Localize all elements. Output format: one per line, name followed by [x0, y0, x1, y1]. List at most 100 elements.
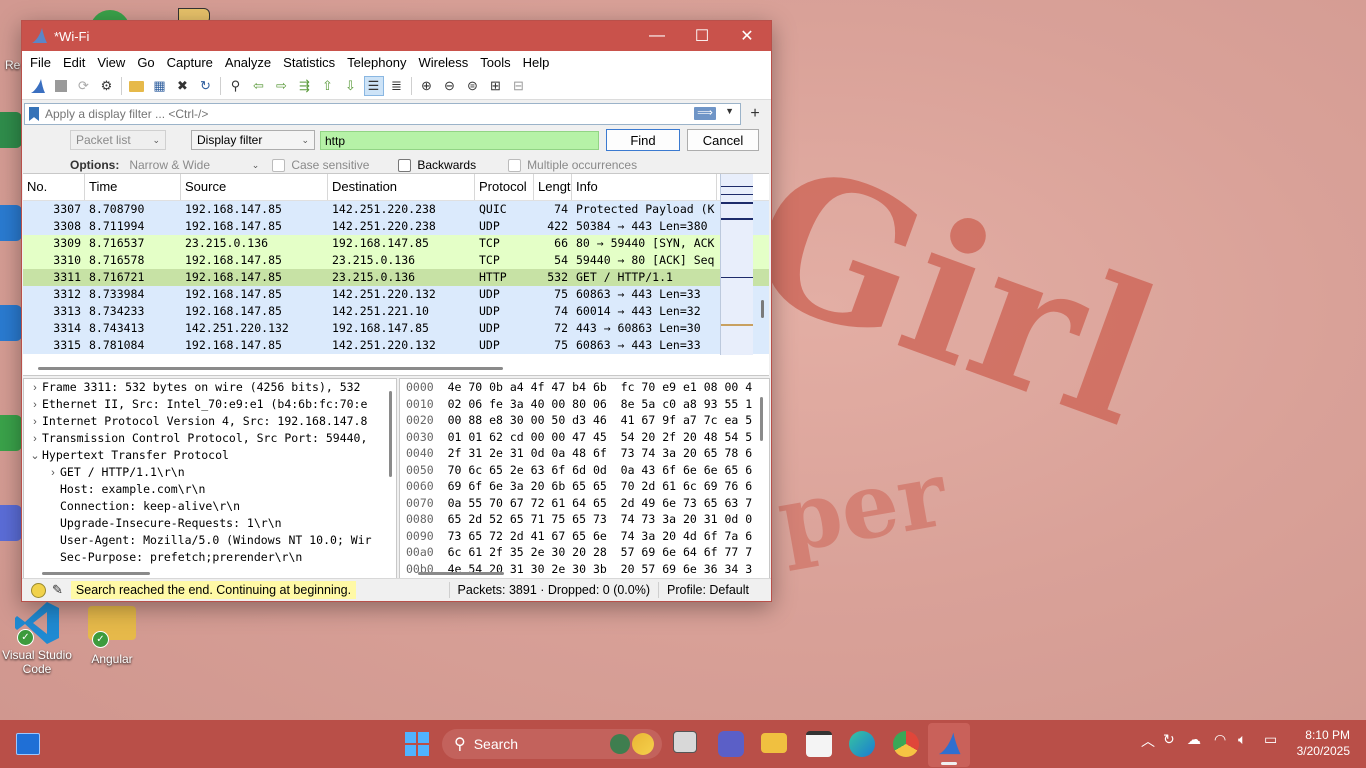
column-header-protocol[interactable]: Protocol	[475, 174, 534, 200]
chrome-browser-icon[interactable]	[893, 731, 919, 757]
bytes-scrollbar[interactable]	[760, 397, 763, 441]
find-query-input[interactable]: http	[320, 130, 599, 150]
close-button[interactable]: ✕	[724, 21, 770, 51]
column-header-info[interactable]: Info	[572, 174, 717, 200]
detail-tree-item[interactable]: › Internet Protocol Version 4, Src: 192.1…	[24, 413, 396, 430]
file-explorer-icon[interactable]	[761, 733, 787, 753]
desktop-icon-partial-5[interactable]	[0, 415, 22, 451]
detail-tree-item[interactable]: ⌄ Hypertext Transfer Protocol	[24, 447, 396, 464]
packet-row[interactable]: 3312 8.733984 192.168.147.85 142.251.220.13…	[23, 286, 769, 303]
minimize-button[interactable]: —	[634, 21, 680, 51]
apply-filter-arrow-icon[interactable]: ⟹	[694, 107, 716, 120]
profile-label[interactable]: Profile: Default	[667, 583, 749, 597]
capture-comment-icon[interactable]: ✎	[52, 582, 63, 598]
desktop-icon-vscode[interactable]: ✓ Visual Studio Code	[1, 600, 73, 676]
packet-row[interactable]: 3308 8.711994 192.168.147.85 142.251.220.23…	[23, 218, 769, 235]
sync-icon[interactable]: ↻	[1163, 731, 1175, 748]
zoom-normal-icon[interactable]: ⊜	[463, 76, 483, 96]
menu-telephony[interactable]: Telephony	[341, 55, 412, 70]
taskbar-clock[interactable]: 8:10 PM 3/20/2025	[1290, 727, 1350, 759]
auto-scroll-icon[interactable]: ☰	[363, 76, 384, 96]
detail-tree-item[interactable]: › GET / HTTP/1.1\r\n	[24, 464, 396, 481]
hex-row[interactable]: 0060 69 6f 6e 3a 20 6b 65 65 70 2d 61 6c…	[400, 478, 769, 495]
packet-row[interactable]: 3314 8.743413 142.251.220.132 192.168.147.8…	[23, 320, 769, 337]
details-scrollbar[interactable]	[389, 391, 392, 477]
menu-tools[interactable]: Tools	[474, 55, 516, 70]
desktop-icon-partial-6[interactable]	[0, 505, 22, 541]
start-windows-icon[interactable]	[405, 732, 429, 756]
hex-row[interactable]: 0040 2f 31 2e 31 0d 0a 48 6f 73 74 3a 20…	[400, 445, 769, 462]
column-header-length[interactable]: Length	[534, 174, 572, 200]
packet-list-scrollbar[interactable]	[758, 174, 768, 355]
hex-row[interactable]: 00a0 6c 61 2f 35 2e 30 20 28 57 69 6e 64…	[400, 544, 769, 561]
store-icon[interactable]	[806, 731, 832, 757]
add-filter-button-icon[interactable]: +	[745, 105, 765, 123]
menu-analyze[interactable]: Analyze	[219, 55, 277, 70]
go-last-packet-icon[interactable]: ⇩	[341, 76, 361, 96]
scrollbar-thumb[interactable]	[761, 300, 764, 318]
detail-tree-item[interactable]: › Ethernet II, Src: Intel_70:e9:e1 (b4:6b…	[24, 396, 396, 413]
task-view-icon[interactable]	[673, 731, 697, 753]
save-file-icon[interactable]: ▦	[150, 76, 170, 96]
find-packet-icon[interactable]: ⚲	[226, 76, 246, 96]
restart-capture-icon[interactable]: ⟳	[74, 76, 94, 96]
show-hidden-icons-chevron-up-icon[interactable]: ︿	[1141, 731, 1155, 751]
hex-row[interactable]: 0070 0a 55 70 67 72 61 64 65 2d 49 6e 73…	[400, 495, 769, 512]
teams-meet-icon[interactable]	[718, 731, 744, 757]
desktop-icon-partial-3[interactable]	[0, 205, 22, 241]
zoom-out-icon[interactable]: ⊖	[440, 76, 460, 96]
detail-tree-item[interactable]: › Transmission Control Protocol, Src Port…	[24, 430, 396, 447]
hex-row[interactable]: 0020 00 88 e8 30 00 50 d3 46 41 67 9f a7…	[400, 412, 769, 429]
display-filter-box[interactable]: ⟹ ▼	[24, 103, 741, 125]
hex-row[interactable]: 0080 65 2d 52 65 71 75 65 73 74 73 3a 20…	[400, 511, 769, 528]
chevron-right-icon[interactable]: ›	[46, 465, 60, 482]
menu-go[interactable]: Go	[131, 55, 160, 70]
find-button[interactable]: Find	[606, 129, 680, 151]
detail-tree-item[interactable]: Sec-Purpose: prefetch;prerender\r\n	[24, 549, 396, 566]
hex-row[interactable]: 0090 73 65 72 2d 41 67 65 6e 74 3a 20 4d…	[400, 528, 769, 545]
packet-row[interactable]: 3315 8.781084 192.168.147.85 142.251.220.13…	[23, 337, 769, 354]
chevron-right-icon[interactable]: ›	[28, 414, 42, 431]
case-sensitive-checkbox[interactable]	[272, 158, 286, 172]
search-type-select[interactable]: Display filter ⌄	[191, 130, 315, 150]
chevron-down-icon[interactable]: ⌄	[28, 448, 42, 465]
menu-edit[interactable]: Edit	[57, 55, 91, 70]
multiple-occurrences-checkbox[interactable]	[508, 158, 522, 172]
go-to-packet-icon[interactable]: ⇶	[295, 76, 315, 96]
edge-browser-icon[interactable]	[849, 731, 875, 757]
detail-tree-item[interactable]: Upgrade-Insecure-Requests: 1\r\n	[24, 515, 396, 532]
packet-row[interactable]: 3311 8.716721 192.168.147.85 23.215.0.136 HT…	[23, 269, 769, 286]
display-filter-input[interactable]	[43, 106, 647, 122]
title-bar[interactable]: *Wi-Fi — ☐ ✕	[22, 21, 771, 51]
volume-icon[interactable]: 🔈︎	[1238, 731, 1246, 748]
zoom-in-icon[interactable]: ⊕	[417, 76, 437, 96]
details-hscrollbar[interactable]	[42, 572, 150, 575]
chevron-right-icon[interactable]: ›	[28, 397, 42, 414]
colorize-icon[interactable]: ≣	[387, 76, 407, 96]
packet-row[interactable]: 3309 8.716537 23.215.0.136 192.168.147.85 TC…	[23, 235, 769, 252]
wifi-icon[interactable]: ◠	[1214, 731, 1226, 748]
detail-tree-item[interactable]: Host: example.com\r\n	[24, 481, 396, 498]
open-file-icon[interactable]	[127, 76, 147, 96]
bookmark-icon[interactable]	[29, 107, 39, 121]
menu-file[interactable]: File	[24, 55, 57, 70]
search-in-select[interactable]: Packet list ⌄	[70, 130, 166, 150]
widgets-icon[interactable]	[16, 733, 40, 755]
packet-row[interactable]: 3307 8.708790 192.168.147.85 142.251.220.23…	[23, 201, 769, 218]
menu-statistics[interactable]: Statistics	[277, 55, 341, 70]
start-capture-icon[interactable]	[28, 76, 48, 96]
detail-tree-item[interactable]: › Frame 3311: 532 bytes on wire (4256 bit…	[24, 379, 396, 396]
column-header-destination[interactable]: Destination	[328, 174, 475, 200]
column-header-time[interactable]: Time	[85, 174, 181, 200]
expert-info-led-icon[interactable]	[31, 582, 46, 598]
hex-row[interactable]: 0050 70 6c 65 2e 63 6f 6d 0d 0a 43 6f 6e…	[400, 462, 769, 479]
chevron-right-icon[interactable]: ›	[28, 380, 42, 397]
layout-icon[interactable]: ⊟	[509, 76, 529, 96]
go-forward-icon[interactable]: ⇨	[272, 76, 292, 96]
taskbar-search[interactable]: ⚲ Search	[442, 729, 662, 759]
detail-tree-item[interactable]: User-Agent: Mozilla/5.0 (Windows NT 10.0…	[24, 532, 396, 549]
stop-capture-icon[interactable]	[51, 76, 71, 96]
chevron-right-icon[interactable]: ›	[28, 431, 42, 448]
go-first-packet-icon[interactable]: ⇧	[318, 76, 338, 96]
hex-row[interactable]: 0030 01 01 62 cd 00 00 47 45 54 20 2f 20…	[400, 429, 769, 446]
